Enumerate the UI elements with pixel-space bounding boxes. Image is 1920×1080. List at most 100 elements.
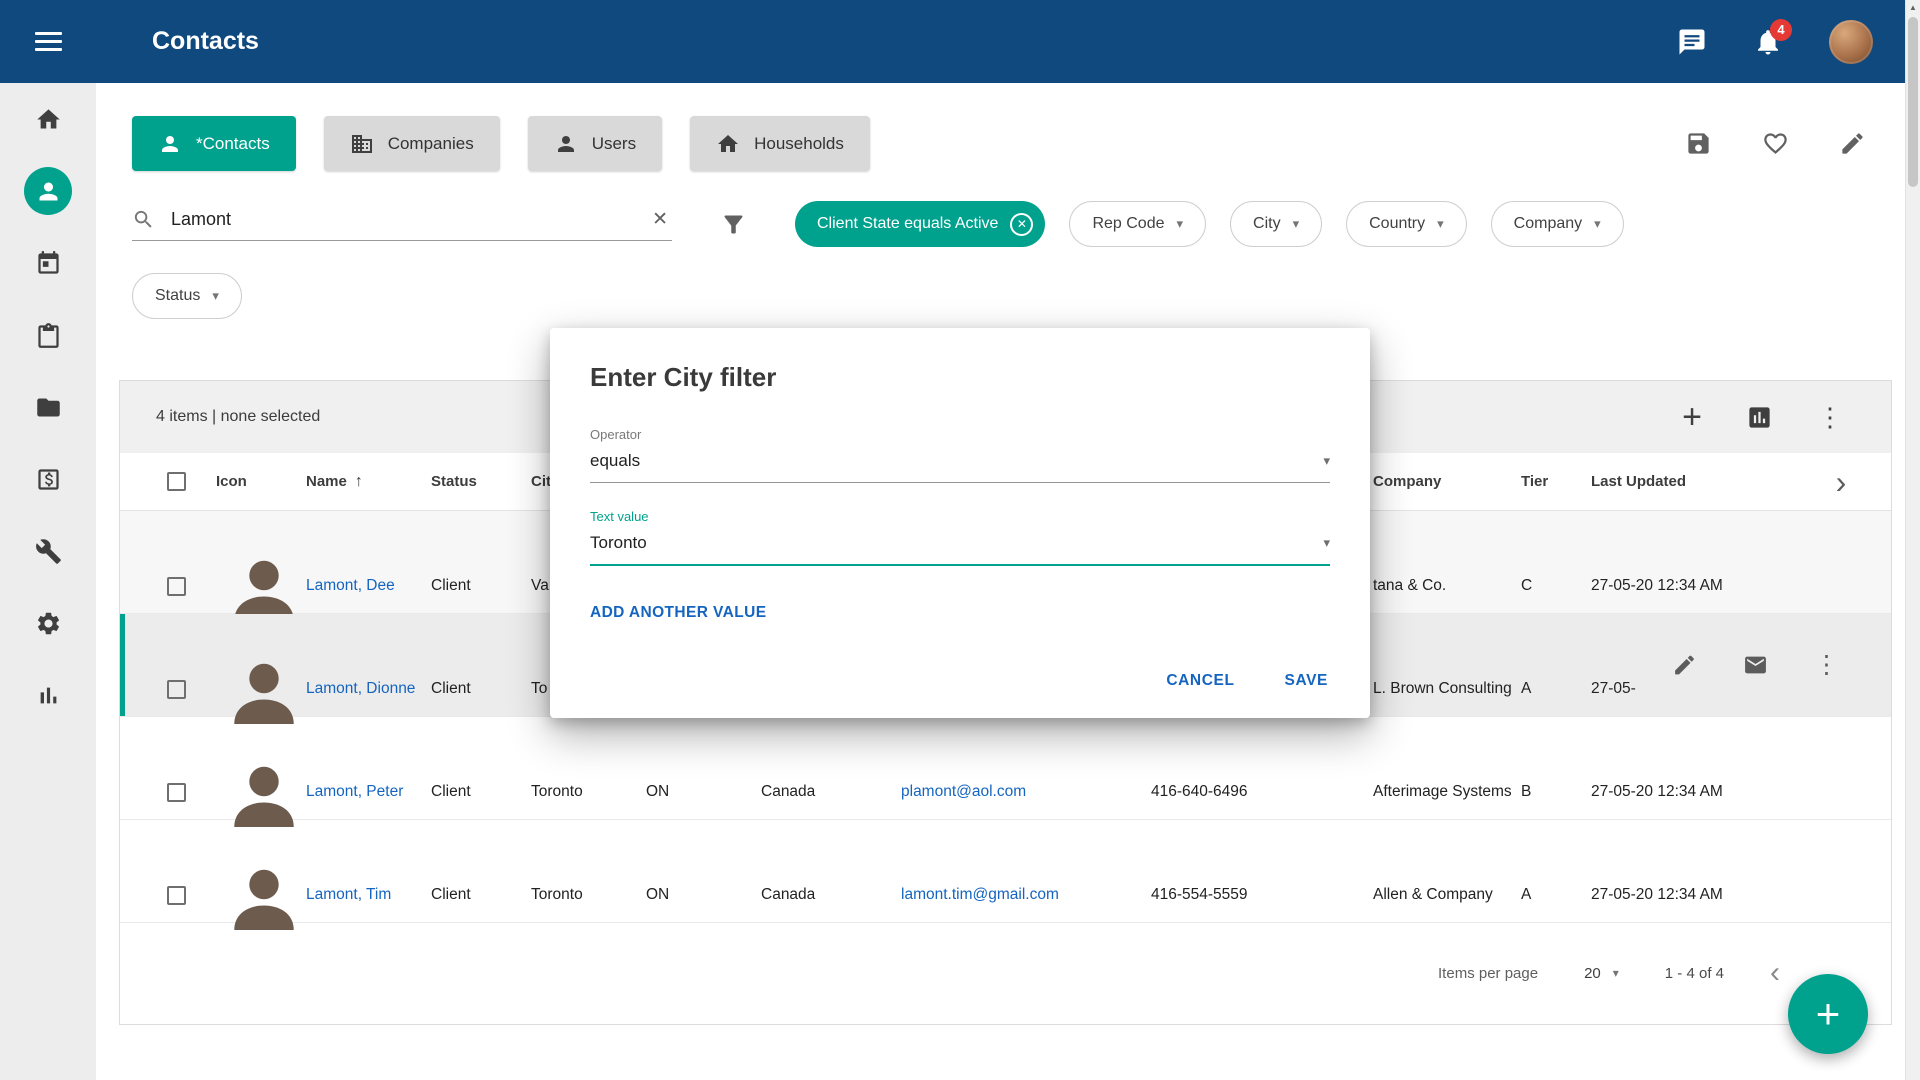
sidebar-item-tasks[interactable] xyxy=(24,311,72,359)
more-columns-icon[interactable]: › xyxy=(1830,465,1853,499)
scrollbar-thumb[interactable] xyxy=(1908,17,1918,187)
select-all-checkbox[interactable] xyxy=(167,472,186,491)
col-name[interactable]: Name↑ xyxy=(306,473,431,491)
favorite-button[interactable] xyxy=(1762,130,1789,157)
previous-page-icon[interactable]: ‹ xyxy=(1764,957,1786,989)
cell-company: tana & Co. xyxy=(1373,577,1521,595)
calendar-icon xyxy=(35,250,62,277)
cancel-button[interactable]: CANCEL xyxy=(1164,666,1236,696)
sidebar-item-billing[interactable] xyxy=(24,455,72,503)
col-company[interactable]: Company xyxy=(1373,473,1521,490)
filter-chip-rep-code[interactable]: Rep Code▾ xyxy=(1069,201,1206,247)
sidebar-item-contacts[interactable] xyxy=(24,167,72,215)
contact-name-link[interactable]: Lamont, Dionne xyxy=(306,680,415,697)
row-menu-icon[interactable]: ⋮ xyxy=(1814,653,1839,678)
filter-chip-country[interactable]: Country▾ xyxy=(1346,201,1467,247)
contact-name-link[interactable]: Lamont, Dee xyxy=(306,577,395,594)
items-per-page-select[interactable]: 20 ▾ xyxy=(1578,964,1625,983)
sidebar-item-reports[interactable] xyxy=(24,671,72,719)
sidebar-item-settings[interactable] xyxy=(24,599,72,647)
cell-phone: 416-640-6496 xyxy=(1151,783,1373,801)
clear-search-icon[interactable]: ✕ xyxy=(648,208,672,231)
edit-contact-icon[interactable] xyxy=(1672,653,1697,678)
pencil-icon xyxy=(1839,130,1866,157)
tab-contacts[interactable]: *Contacts xyxy=(132,116,296,171)
person-icon xyxy=(35,178,62,205)
topbar-actions: 4 xyxy=(1677,20,1873,64)
operator-field: Operator equals ▾ xyxy=(590,427,1330,483)
operator-select[interactable]: equals ▾ xyxy=(590,451,1330,483)
email-contact-icon[interactable] xyxy=(1743,653,1768,678)
row-checkbox[interactable] xyxy=(167,783,186,802)
hamburger-menu-icon[interactable] xyxy=(0,0,96,83)
chat-icon[interactable] xyxy=(1677,27,1707,57)
folder-icon xyxy=(35,394,62,421)
save-button[interactable]: SAVE xyxy=(1283,666,1330,696)
add-another-value-button[interactable]: ADD ANOTHER VALUE xyxy=(590,604,766,622)
filter-funnel-icon[interactable] xyxy=(720,211,747,238)
filter-chips-row-2: Status▾ xyxy=(132,273,1905,319)
filter-chips: Client State equals Active ✕ Rep Code▾ C… xyxy=(795,201,1624,247)
entity-tabs: *Contacts Companies Users Households xyxy=(132,116,1905,171)
insert-chart-icon[interactable] xyxy=(1746,404,1773,431)
home-icon xyxy=(35,106,62,133)
items-per-page-label: Items per page xyxy=(1438,965,1538,982)
tab-companies[interactable]: Companies xyxy=(324,116,500,171)
text-value-input[interactable]: Toronto ▾ xyxy=(590,533,1330,566)
edit-view-button[interactable] xyxy=(1839,130,1866,157)
contact-email-link[interactable]: plamont@aol.com xyxy=(901,783,1026,800)
cell-phone: 416-554-5559 xyxy=(1151,886,1373,904)
contact-name-link[interactable]: Lamont, Peter xyxy=(306,783,403,800)
cell-status: Client xyxy=(431,680,531,698)
col-tier[interactable]: Tier xyxy=(1521,473,1591,490)
contact-name-link[interactable]: Lamont, Tim xyxy=(306,886,391,903)
col-status[interactable]: Status xyxy=(431,473,531,490)
dialog-title: Enter City filter xyxy=(590,362,1330,393)
sidebar-item-calendar[interactable] xyxy=(24,239,72,287)
filter-chip-city[interactable]: City▾ xyxy=(1230,201,1322,247)
user-avatar[interactable] xyxy=(1829,20,1873,64)
add-column-icon[interactable]: + xyxy=(1682,400,1702,434)
cell-last-updated: 27-05- xyxy=(1591,680,1791,698)
cell-province: ON xyxy=(646,886,761,904)
add-contact-fab[interactable]: + xyxy=(1788,974,1868,1054)
sort-asc-icon: ↑ xyxy=(355,473,363,490)
city-filter-dialog: Enter City filter Operator equals ▾ Text… xyxy=(550,328,1370,718)
save-view-button[interactable] xyxy=(1685,130,1712,157)
filter-chip-company[interactable]: Company▾ xyxy=(1491,201,1624,247)
home-icon xyxy=(716,132,740,156)
notifications-bell-icon[interactable]: 4 xyxy=(1753,27,1783,57)
sidebar-item-tools[interactable] xyxy=(24,527,72,575)
remove-filter-icon[interactable]: ✕ xyxy=(1010,213,1033,236)
cell-city: Toronto xyxy=(531,886,646,904)
chevron-down-icon: ▾ xyxy=(1323,535,1330,551)
chevron-down-icon: ▾ xyxy=(1613,966,1619,980)
col-last-updated[interactable]: Last Updated xyxy=(1591,473,1791,490)
gear-icon xyxy=(35,610,62,637)
cell-status: Client xyxy=(431,783,531,801)
dollar-icon xyxy=(35,466,62,493)
person-icon xyxy=(554,132,578,156)
scroll-up-icon[interactable]: ▲ xyxy=(1906,3,1920,12)
row-checkbox[interactable] xyxy=(167,680,186,699)
cell-company: Afterimage Systems xyxy=(1373,783,1521,801)
contact-email-link[interactable]: lamont.tim@gmail.com xyxy=(901,886,1059,903)
top-app-bar: Contacts 4 xyxy=(0,0,1920,83)
table-menu-icon[interactable]: ⋮ xyxy=(1817,404,1843,430)
filter-chip-status[interactable]: Status▾ xyxy=(132,273,242,319)
search-input[interactable] xyxy=(169,208,634,231)
page-scrollbar[interactable]: ▲ xyxy=(1905,0,1920,1080)
cell-country: Canada xyxy=(761,783,901,801)
operator-label: Operator xyxy=(590,427,1330,442)
tab-users[interactable]: Users xyxy=(528,116,662,171)
tab-households[interactable]: Households xyxy=(690,116,870,171)
sidebar-item-home[interactable] xyxy=(24,95,72,143)
cell-city: Toronto xyxy=(531,783,646,801)
table-row[interactable]: Lamont, Tim Client Toronto ON Canada lam… xyxy=(120,820,1891,923)
page-title: Contacts xyxy=(152,27,259,56)
applied-filter-chip[interactable]: Client State equals Active ✕ xyxy=(795,201,1045,247)
row-checkbox[interactable] xyxy=(167,886,186,905)
sidebar-item-documents[interactable] xyxy=(24,383,72,431)
table-row[interactable]: Lamont, Peter Client Toronto ON Canada p… xyxy=(120,717,1891,820)
row-checkbox[interactable] xyxy=(167,577,186,596)
